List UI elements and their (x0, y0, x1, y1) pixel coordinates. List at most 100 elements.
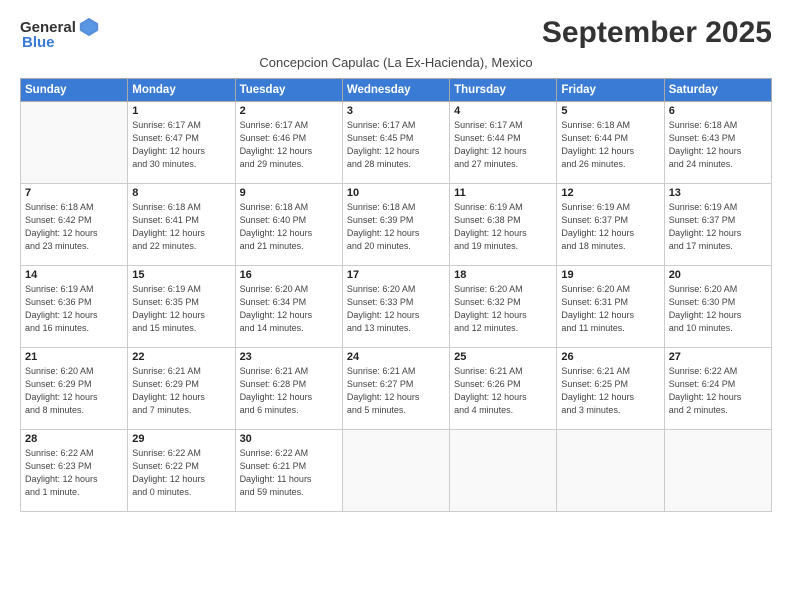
day-info: Sunrise: 6:20 AMSunset: 6:31 PMDaylight:… (561, 283, 659, 335)
day-info: Sunrise: 6:17 AMSunset: 6:45 PMDaylight:… (347, 119, 445, 171)
day-number: 30 (240, 433, 338, 445)
calendar-cell: 26 Sunrise: 6:21 AMSunset: 6:25 PMDayligh… (557, 348, 664, 430)
calendar-cell: 27 Sunrise: 6:22 AMSunset: 6:24 PMDayligh… (664, 348, 771, 430)
calendar-cell: 24 Sunrise: 6:21 AMSunset: 6:27 PMDayligh… (342, 348, 449, 430)
day-number: 4 (454, 105, 552, 117)
calendar-cell (557, 430, 664, 512)
calendar-cell: 1 Sunrise: 6:17 AMSunset: 6:47 PMDaylight… (128, 102, 235, 184)
calendar-cell: 30 Sunrise: 6:22 AMSunset: 6:21 PMDayligh… (235, 430, 342, 512)
day-number: 9 (240, 187, 338, 199)
calendar-cell: 15 Sunrise: 6:19 AMSunset: 6:35 PMDayligh… (128, 266, 235, 348)
logo-blue: Blue (22, 34, 55, 51)
calendar-cell: 13 Sunrise: 6:19 AMSunset: 6:37 PMDayligh… (664, 184, 771, 266)
day-number: 14 (25, 269, 123, 281)
day-number: 8 (132, 187, 230, 199)
day-number: 22 (132, 351, 230, 363)
day-number: 17 (347, 269, 445, 281)
weekday-header: Tuesday (235, 79, 342, 102)
weekday-header: Sunday (21, 79, 128, 102)
day-number: 2 (240, 105, 338, 117)
day-info: Sunrise: 6:18 AMSunset: 6:42 PMDaylight:… (25, 201, 123, 253)
calendar-cell: 4Sunrise: 6:17 AMSunset: 6:44 PMDaylight… (450, 102, 557, 184)
day-info: Sunrise: 6:21 AMSunset: 6:27 PMDaylight:… (347, 365, 445, 417)
day-info: Sunrise: 6:20 AMSunset: 6:30 PMDaylight:… (669, 283, 767, 335)
calendar-cell: 16Sunrise: 6:20 AMSunset: 6:34 PMDayligh… (235, 266, 342, 348)
day-number: 25 (454, 351, 552, 363)
day-info: Sunrise: 6:22 AMSunset: 6:23 PMDaylight:… (25, 447, 123, 499)
day-info: Sunrise: 6:20 AMSunset: 6:29 PMDaylight:… (25, 365, 123, 417)
calendar-cell: 5Sunrise: 6:18 AMSunset: 6:44 PMDaylight… (557, 102, 664, 184)
calendar-cell: 28 Sunrise: 6:22 AMSunset: 6:23 PMDayligh… (21, 430, 128, 512)
day-info: Sunrise: 6:21 AMSunset: 6:25 PMDaylight:… (561, 365, 659, 417)
day-number: 6 (669, 105, 767, 117)
calendar-cell: 2 Sunrise: 6:17 AMSunset: 6:46 PMDaylight… (235, 102, 342, 184)
page: General Blue September 2025 Concepcion C… (0, 0, 792, 612)
calendar: SundayMondayTuesdayWednesdayThursdayFrid… (20, 78, 772, 512)
day-number: 13 (669, 187, 767, 199)
day-number: 26 (561, 351, 659, 363)
day-number: 24 (347, 351, 445, 363)
weekday-header: Wednesday (342, 79, 449, 102)
day-number: 3 (347, 105, 445, 117)
calendar-cell: 9 Sunrise: 6:18 AMSunset: 6:40 PMDaylight… (235, 184, 342, 266)
weekday-header: Friday (557, 79, 664, 102)
day-info: Sunrise: 6:22 AMSunset: 6:24 PMDaylight:… (669, 365, 767, 417)
day-info: Sunrise: 6:19 AMSunset: 6:37 PMDaylight:… (561, 201, 659, 253)
day-info: Sunrise: 6:19 AMSunset: 6:36 PMDaylight:… (25, 283, 123, 335)
calendar-cell: 20 Sunrise: 6:20 AMSunset: 6:30 PMDayligh… (664, 266, 771, 348)
calendar-cell: 23 Sunrise: 6:21 AMSunset: 6:28 PMDayligh… (235, 348, 342, 430)
day-info: Sunrise: 6:17 AMSunset: 6:46 PMDaylight:… (240, 119, 338, 171)
month-title: September 2025 (542, 16, 772, 50)
calendar-cell: 21 Sunrise: 6:20 AMSunset: 6:29 PMDayligh… (21, 348, 128, 430)
calendar-cell (664, 430, 771, 512)
day-info: Sunrise: 6:17 AMSunset: 6:47 PMDaylight:… (132, 119, 230, 171)
calendar-cell: 12Sunrise: 6:19 AMSunset: 6:37 PMDayligh… (557, 184, 664, 266)
calendar-cell: 22 Sunrise: 6:21 AMSunset: 6:29 PMDayligh… (128, 348, 235, 430)
calendar-cell: 8 Sunrise: 6:18 AMSunset: 6:41 PMDaylight… (128, 184, 235, 266)
calendar-cell (342, 430, 449, 512)
day-number: 1 (132, 105, 230, 117)
day-info: Sunrise: 6:20 AMSunset: 6:34 PMDaylight:… (240, 283, 338, 335)
calendar-cell: 10 Sunrise: 6:18 AMSunset: 6:39 PMDayligh… (342, 184, 449, 266)
day-number: 21 (25, 351, 123, 363)
logo-icon (78, 16, 100, 38)
day-number: 7 (25, 187, 123, 199)
calendar-cell: 25Sunrise: 6:21 AMSunset: 6:26 PMDayligh… (450, 348, 557, 430)
day-info: Sunrise: 6:18 AMSunset: 6:40 PMDaylight:… (240, 201, 338, 253)
day-info: Sunrise: 6:21 AMSunset: 6:29 PMDaylight:… (132, 365, 230, 417)
day-number: 23 (240, 351, 338, 363)
calendar-cell: 3 Sunrise: 6:17 AMSunset: 6:45 PMDaylight… (342, 102, 449, 184)
day-number: 20 (669, 269, 767, 281)
day-number: 15 (132, 269, 230, 281)
day-info: Sunrise: 6:22 AMSunset: 6:21 PMDaylight:… (240, 447, 338, 499)
header: General Blue September 2025 (20, 16, 772, 51)
weekday-header: Monday (128, 79, 235, 102)
day-info: Sunrise: 6:21 AMSunset: 6:28 PMDaylight:… (240, 365, 338, 417)
calendar-cell: 29 Sunrise: 6:22 AMSunset: 6:22 PMDayligh… (128, 430, 235, 512)
day-info: Sunrise: 6:18 AMSunset: 6:43 PMDaylight:… (669, 119, 767, 171)
day-info: Sunrise: 6:20 AMSunset: 6:32 PMDaylight:… (454, 283, 552, 335)
day-info: Sunrise: 6:20 AMSunset: 6:33 PMDaylight:… (347, 283, 445, 335)
calendar-cell (21, 102, 128, 184)
calendar-cell: 17 Sunrise: 6:20 AMSunset: 6:33 PMDayligh… (342, 266, 449, 348)
calendar-cell (450, 430, 557, 512)
day-info: Sunrise: 6:19 AMSunset: 6:37 PMDaylight:… (669, 201, 767, 253)
day-number: 11 (454, 187, 552, 199)
day-info: Sunrise: 6:22 AMSunset: 6:22 PMDaylight:… (132, 447, 230, 499)
calendar-cell: 18Sunrise: 6:20 AMSunset: 6:32 PMDayligh… (450, 266, 557, 348)
day-info: Sunrise: 6:19 AMSunset: 6:35 PMDaylight:… (132, 283, 230, 335)
day-number: 27 (669, 351, 767, 363)
day-number: 10 (347, 187, 445, 199)
logo-general: General (20, 19, 76, 36)
logo: General Blue (20, 16, 100, 51)
weekday-header: Thursday (450, 79, 557, 102)
subtitle: Concepcion Capulac (La Ex-Hacienda), Mex… (20, 55, 772, 70)
day-number: 28 (25, 433, 123, 445)
calendar-cell: 19Sunrise: 6:20 AMSunset: 6:31 PMDayligh… (557, 266, 664, 348)
day-number: 29 (132, 433, 230, 445)
day-info: Sunrise: 6:18 AMSunset: 6:39 PMDaylight:… (347, 201, 445, 253)
calendar-cell: 11 Sunrise: 6:19 AMSunset: 6:38 PMDayligh… (450, 184, 557, 266)
day-info: Sunrise: 6:18 AMSunset: 6:41 PMDaylight:… (132, 201, 230, 253)
day-info: Sunrise: 6:19 AMSunset: 6:38 PMDaylight:… (454, 201, 552, 253)
day-number: 5 (561, 105, 659, 117)
